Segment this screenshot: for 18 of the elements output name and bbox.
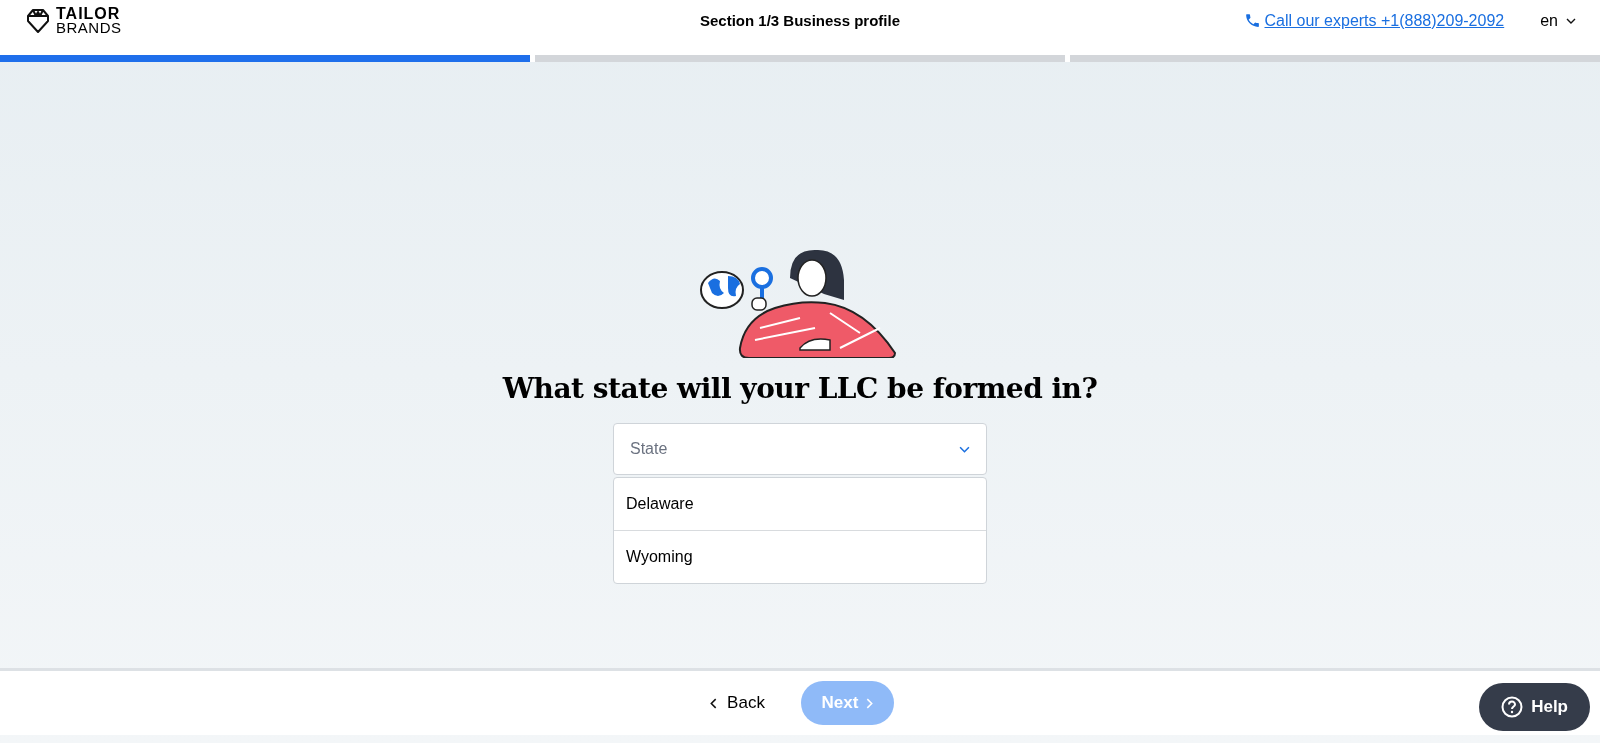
help-button[interactable]: Help	[1479, 683, 1590, 731]
logo-text: BRANDS	[56, 20, 122, 35]
dropdown-option[interactable]: Wyoming	[614, 531, 986, 583]
phone-icon	[1243, 12, 1261, 29]
logo-text: TAILOR	[56, 6, 122, 21]
back-button[interactable]: Back	[706, 685, 769, 721]
logo-icon	[24, 6, 52, 35]
language-selector[interactable]: en	[1540, 11, 1576, 30]
chevron-down-icon	[1566, 17, 1576, 24]
chevron-right-icon	[866, 697, 874, 709]
question-heading: What state will your LLC be formed in?	[502, 372, 1098, 405]
chevron-left-icon	[710, 697, 718, 709]
dropdown-option[interactable]: Delaware	[614, 478, 986, 531]
help-icon	[1501, 696, 1524, 718]
state-select[interactable]: State	[613, 423, 987, 475]
placeholder-text: State	[630, 440, 668, 458]
phone-link[interactable]: Call our experts +1(888)209-2092	[1264, 11, 1505, 30]
section-title: Section 1/3 Business profile	[699, 12, 901, 29]
